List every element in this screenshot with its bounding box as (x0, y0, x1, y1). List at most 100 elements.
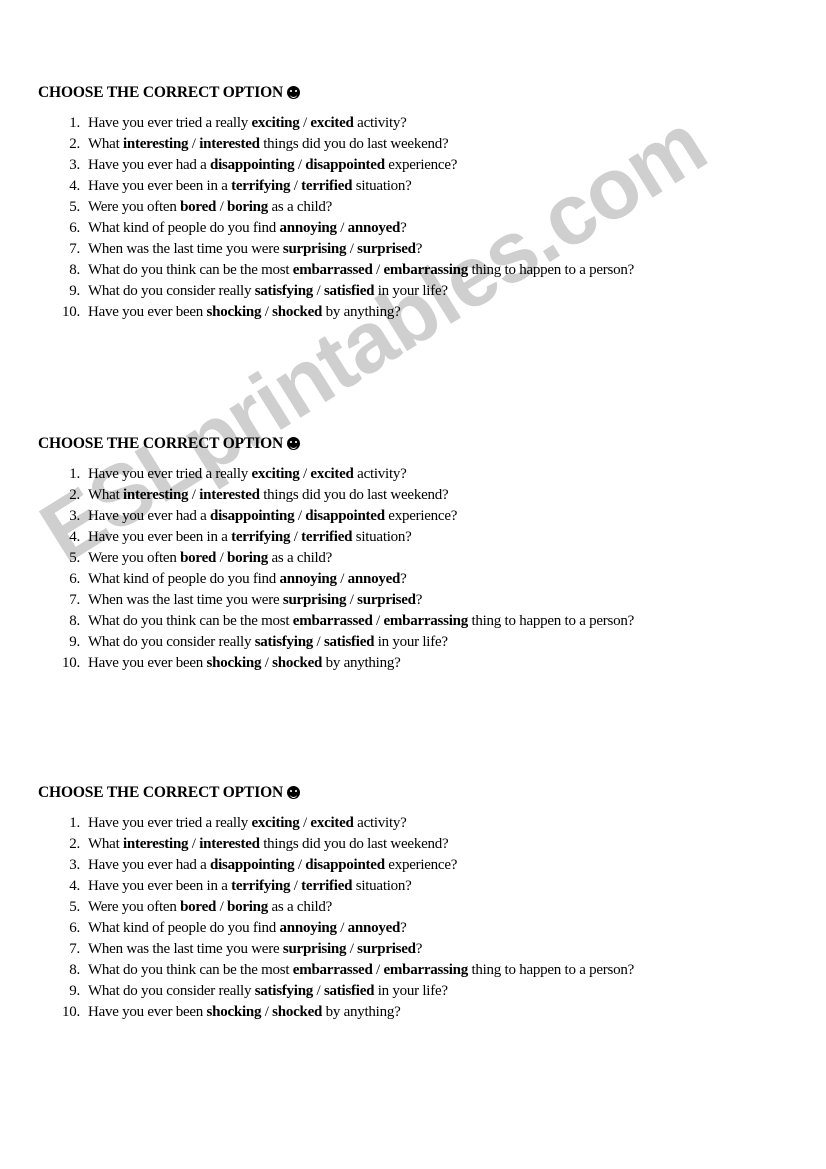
question-fragment: ? (415, 241, 423, 257)
answer-option[interactable]: disappointed (305, 857, 385, 873)
question-fragment: / (188, 136, 200, 152)
answer-option[interactable]: disappointing (210, 508, 295, 524)
question-number: 8. (69, 962, 80, 978)
answer-option[interactable]: boring (227, 899, 268, 915)
answer-option[interactable]: disappointing (210, 157, 295, 173)
answer-option[interactable]: boring (227, 550, 268, 566)
answer-option[interactable]: embarrassing (383, 262, 468, 278)
answer-option[interactable]: terrified (301, 529, 352, 545)
answer-option[interactable]: satisfied (324, 983, 375, 999)
answer-option[interactable]: exciting (252, 815, 300, 831)
answer-option[interactable]: bored (180, 899, 216, 915)
answer-option[interactable]: interested (199, 836, 260, 852)
question-fragment: What do you think can be the most (88, 262, 293, 278)
answer-option[interactable]: shocked (272, 304, 322, 320)
question-fragment: situation? (352, 178, 412, 194)
question-item: 2. What interesting / interested things d… (38, 834, 778, 855)
question-fragment: experience? (384, 157, 458, 173)
question-text: What do you consider really satisfying /… (88, 981, 778, 1002)
question-fragment: Were you often (88, 550, 181, 566)
answer-option[interactable]: embarrassed (293, 962, 373, 978)
question-fragment: / (299, 115, 311, 131)
block-title-label: CHOOSE THE CORRECT OPTION (38, 435, 284, 452)
answer-option[interactable]: surprised (357, 241, 416, 257)
question-number: 6. (69, 920, 80, 936)
answer-option[interactable]: surprised (357, 592, 416, 608)
answer-option[interactable]: satisfied (324, 634, 375, 650)
answer-option[interactable]: shocking (207, 304, 262, 320)
answer-option[interactable]: shocking (207, 1004, 262, 1020)
answer-option[interactable]: surprising (283, 941, 347, 957)
answer-option[interactable]: surprising (283, 592, 347, 608)
answer-option[interactable]: annoyed (348, 920, 401, 936)
answer-option[interactable]: satisfied (324, 283, 375, 299)
question-fragment: / (188, 487, 200, 503)
answer-option[interactable]: exciting (252, 115, 300, 131)
question-fragment: / (188, 836, 200, 852)
question-item: 1. Have you ever tried a really exciting … (38, 813, 778, 834)
answer-option[interactable]: excited (310, 466, 353, 482)
answer-option[interactable]: annoying (280, 571, 337, 587)
answer-option[interactable]: satisfying (255, 983, 314, 999)
answer-option[interactable]: shocked (272, 1004, 322, 1020)
question-text: Have you ever had a disappointing / disa… (88, 855, 778, 876)
question-fragment: / (261, 655, 273, 671)
block-title-label: CHOOSE THE CORRECT OPTION (38, 784, 284, 801)
question-number: 3. (69, 857, 80, 873)
answer-option[interactable]: embarrassed (293, 262, 373, 278)
answer-option[interactable]: interested (199, 487, 260, 503)
question-number: 1. (69, 466, 80, 482)
answer-option[interactable]: terrified (301, 178, 352, 194)
answer-option[interactable]: bored (180, 199, 216, 215)
answer-option[interactable]: surprising (283, 241, 347, 257)
answer-option[interactable]: terrified (301, 878, 352, 894)
answer-option[interactable]: satisfying (255, 283, 314, 299)
answer-option[interactable]: annoyed (348, 571, 401, 587)
question-text: Were you often bored / boring as a child… (88, 548, 778, 569)
answer-option[interactable]: bored (180, 550, 216, 566)
answer-option[interactable]: interested (199, 136, 260, 152)
answer-option[interactable]: exciting (252, 466, 300, 482)
answer-option[interactable]: shocked (272, 655, 322, 671)
question-text: When was the last time you were surprisi… (88, 939, 778, 960)
answer-option[interactable]: disappointed (305, 508, 385, 524)
question-item: 9. What do you consider really satisfying… (38, 281, 778, 302)
question-text: Were you often bored / boring as a child… (88, 197, 778, 218)
answer-option[interactable]: excited (310, 115, 353, 131)
question-number: 2. (69, 487, 80, 503)
answer-option[interactable]: embarrassed (293, 613, 373, 629)
answer-option[interactable]: embarrassing (383, 962, 468, 978)
answer-option[interactable]: terrifying (231, 529, 290, 545)
answer-option[interactable]: surprised (357, 941, 416, 957)
question-item: 4. Have you ever been in a terrifying / t… (38, 876, 778, 897)
answer-option[interactable]: annoying (280, 220, 337, 236)
question-item: 1. Have you ever tried a really exciting … (38, 113, 778, 134)
question-fragment: by anything? (322, 304, 401, 320)
question-list: 1. Have you ever tried a really exciting … (38, 813, 778, 1023)
question-fragment: experience? (384, 508, 458, 524)
answer-option[interactable]: satisfying (255, 634, 314, 650)
answer-option[interactable]: interesting (123, 136, 189, 152)
answer-option[interactable]: annoyed (348, 220, 401, 236)
answer-option[interactable]: boring (227, 199, 268, 215)
question-fragment: What do you consider really (88, 983, 255, 999)
question-fragment: / (299, 815, 311, 831)
answer-option[interactable]: interesting (123, 836, 189, 852)
answer-option[interactable]: disappointing (210, 857, 295, 873)
question-fragment: / (216, 199, 227, 215)
question-text: Have you ever tried a really exciting / … (88, 813, 778, 834)
answer-option[interactable]: interesting (123, 487, 189, 503)
question-text: What do you think can be the most embarr… (88, 960, 778, 981)
question-item: 8. What do you think can be the most emba… (38, 260, 778, 281)
answer-option[interactable]: shocking (207, 655, 262, 671)
answer-option[interactable]: annoying (280, 920, 337, 936)
block-title: CHOOSE THE CORRECT OPTION (38, 84, 778, 102)
answer-option[interactable]: embarrassing (383, 613, 468, 629)
question-fragment: Have you ever tried a really (88, 815, 252, 831)
answer-option[interactable]: terrifying (231, 878, 290, 894)
question-fragment: ? (400, 220, 407, 236)
answer-option[interactable]: terrifying (231, 178, 290, 194)
answer-option[interactable]: disappointed (305, 157, 385, 173)
answer-option[interactable]: excited (310, 815, 353, 831)
question-fragment: What kind of people do you find (88, 920, 280, 936)
